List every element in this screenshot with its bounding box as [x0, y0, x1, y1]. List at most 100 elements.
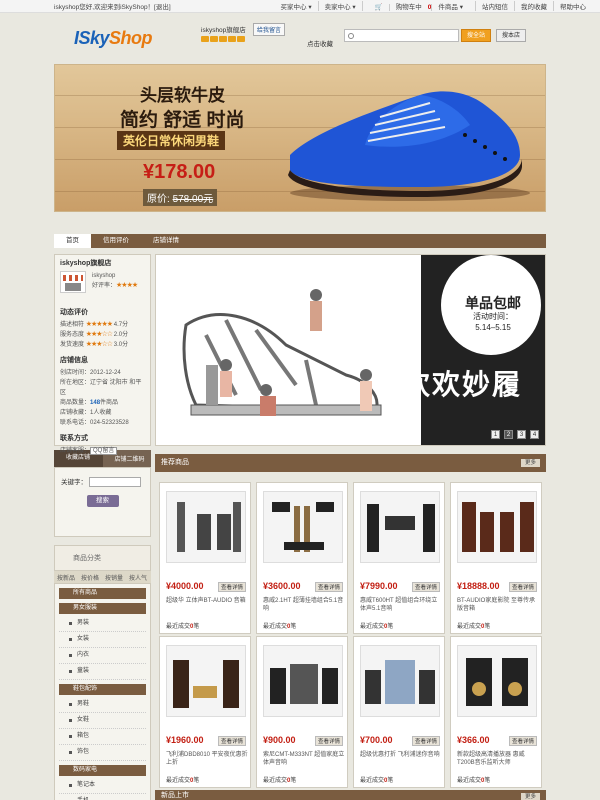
- product-image[interactable]: [166, 491, 246, 563]
- slide-page-2[interactable]: 2: [504, 430, 513, 439]
- product-name[interactable]: 超级华 立体声BT-AUDIO 音箱: [166, 597, 248, 605]
- product-price: ¥3600.00: [263, 581, 301, 591]
- product-card[interactable]: ¥3600.00 查看详情 惠威2.1HT 超薄挂墙组合5.1音响 最近成交0笔: [256, 482, 348, 634]
- created-time: 创店时间：2012-12-24: [60, 370, 121, 376]
- sort-sales[interactable]: 按销量: [105, 573, 123, 582]
- category-item[interactable]: 饰包: [59, 745, 146, 761]
- messages-link[interactable]: 站内短信: [475, 1, 514, 11]
- sold-unit: 笔: [484, 778, 491, 784]
- store-name[interactable]: iskyshop旗舰店: [201, 24, 246, 34]
- shop-summary: iskyshop 好评率：★★★★: [92, 271, 145, 299]
- cart-link[interactable]: 🛒 购物车中 0 件商品 ▾: [361, 1, 475, 11]
- hero-banner[interactable]: 头层软牛皮 简约 舒适 时尚 英伦日常休闲男鞋 ¥178.00 原价: 578.…: [54, 64, 546, 212]
- view-details-button[interactable]: 查看详情: [508, 736, 537, 746]
- category-group[interactable]: 数码家电: [59, 765, 146, 776]
- shop-name[interactable]: iskyshop: [92, 271, 145, 281]
- product-card[interactable]: ¥366.00 查看详情 新款超级高清播放器 惠威T200B音乐监听大师 最近成…: [450, 636, 542, 788]
- product-name[interactable]: 飞利浦DBD8010 平安夜优惠折上折: [166, 751, 248, 767]
- view-details-button[interactable]: 查看详情: [314, 736, 343, 746]
- favorites-link[interactable]: 我的收藏: [514, 1, 553, 11]
- product-name[interactable]: 索尼CMT-M333NT 超值家庭立体声音响: [263, 751, 345, 767]
- slide-page-1[interactable]: 1: [491, 430, 500, 439]
- view-details-button[interactable]: 查看详情: [314, 582, 343, 592]
- product-name[interactable]: 超级优惠打折 飞利浦迷你音响: [360, 751, 442, 759]
- cart-icon: 🛒: [374, 4, 383, 11]
- recommend-more-button[interactable]: 更多: [520, 459, 540, 467]
- product-card[interactable]: ¥4000.00 查看详情 超级华 立体声BT-AUDIO 音箱 最近成交0笔: [159, 482, 251, 634]
- search-shop-button[interactable]: 搜本店: [496, 29, 526, 42]
- new-products-more-button[interactable]: 更多: [520, 793, 540, 800]
- favorite-store-link[interactable]: 点击收藏: [307, 38, 333, 48]
- product-name[interactable]: BT-AUDIO家庭影院 至尊传承版音箱: [457, 597, 539, 613]
- product-image[interactable]: [457, 645, 537, 717]
- message-button[interactable]: 给我留言: [253, 23, 286, 36]
- category-group[interactable]: 鞋包配饰: [59, 684, 146, 695]
- product-sold: 最近成交0笔: [166, 621, 199, 630]
- search-site-button[interactable]: 搜全站: [461, 29, 491, 42]
- sold-label: 最近成交: [360, 778, 385, 784]
- tab-credit[interactable]: 信用评价: [91, 234, 141, 248]
- category-item[interactable]: 笔记本: [59, 778, 146, 794]
- keyword-input[interactable]: [88, 477, 141, 488]
- crown-icon: [228, 36, 236, 42]
- product-image[interactable]: [360, 645, 440, 717]
- store-crowns: [201, 36, 245, 42]
- category-header: 商品分类: [54, 545, 151, 571]
- category-item[interactable]: 手机: [59, 794, 146, 800]
- sort-popularity[interactable]: 按人气: [129, 573, 147, 582]
- shop-rate: 好评率：★★★★: [92, 281, 145, 291]
- view-details-button[interactable]: 查看详情: [411, 582, 440, 592]
- search-input[interactable]: [344, 29, 459, 42]
- product-image[interactable]: [166, 645, 246, 717]
- slide-page-3[interactable]: 3: [517, 430, 526, 439]
- help-link[interactable]: 帮助中心: [553, 1, 592, 11]
- goods-count-value[interactable]: 148: [90, 400, 100, 406]
- seller-center-link[interactable]: 卖家中心 ▾: [317, 1, 362, 11]
- view-details-button[interactable]: 查看详情: [217, 736, 246, 746]
- site-logo[interactable]: ISkyShop: [74, 28, 153, 49]
- category-item[interactable]: 内衣: [59, 648, 146, 664]
- product-card[interactable]: ¥700.00 查看详情 超级优惠打折 飞利浦迷你音响 最近成交0笔: [353, 636, 445, 788]
- product-name[interactable]: 惠威2.1HT 超薄挂墙组合5.1音响: [263, 597, 345, 613]
- view-details-button[interactable]: 查看详情: [508, 582, 537, 592]
- rate-stars-icon: ★★★★: [116, 282, 138, 289]
- shop-search-button[interactable]: 搜索: [86, 495, 119, 508]
- tab-shop-details[interactable]: 店铺详情: [141, 234, 191, 248]
- product-card[interactable]: ¥7990.00 查看详情 惠威T600HT 超值组合环绕立体声5.1音响 最近…: [353, 482, 445, 634]
- shop-info-panel: iskyshop旗舰店 iskyshop 好评率：★★★★ 动态评价 描述相符 …: [54, 254, 151, 455]
- product-image[interactable]: [457, 491, 537, 563]
- category-item[interactable]: 箱包: [59, 729, 146, 745]
- tab-home[interactable]: 首页: [54, 234, 91, 248]
- category-item[interactable]: 男鞋: [59, 697, 146, 713]
- orig-label: 原价:: [147, 194, 170, 205]
- sort-price[interactable]: 按价格: [81, 573, 99, 582]
- product-card[interactable]: ¥900.00 查看详情 索尼CMT-M333NT 超值家庭立体声音响 最近成交…: [256, 636, 348, 788]
- product-image[interactable]: [360, 491, 440, 563]
- product-name[interactable]: 惠威T600HT 超值组合环绕立体声5.1音响: [360, 597, 442, 613]
- shop-info-title: iskyshop旗舰店: [60, 260, 112, 267]
- view-details-button[interactable]: 查看详情: [411, 736, 440, 746]
- view-details-button[interactable]: 查看详情: [217, 582, 246, 592]
- buyer-center-link[interactable]: 买家中心 ▾: [275, 1, 318, 11]
- contact-row: 店铺客服： QQ留言: [60, 446, 145, 456]
- goods-count: 商品数量：148件商品: [60, 398, 145, 408]
- category-item[interactable]: 童装: [59, 664, 146, 680]
- category-item[interactable]: 女装: [59, 632, 146, 648]
- category-group[interactable]: 所有商品: [59, 588, 146, 599]
- product-price: ¥900.00: [263, 735, 296, 745]
- category-item[interactable]: 男装: [59, 616, 146, 632]
- product-image[interactable]: [263, 491, 343, 563]
- product-name[interactable]: 新款超级高清播放器 惠威T200B音乐监听大师: [457, 751, 539, 767]
- sort-new[interactable]: 按新品: [57, 573, 75, 582]
- product-card[interactable]: ¥18888.00 查看详情 BT-AUDIO家庭影院 至尊传承版音箱 最近成交…: [450, 482, 542, 634]
- product-card[interactable]: ¥1960.00 查看详情 飞利浦DBD8010 平安夜优惠折上折 最近成交0笔: [159, 636, 251, 788]
- product-image[interactable]: [263, 645, 343, 717]
- category-group[interactable]: 男女服装: [59, 603, 146, 614]
- qq-button[interactable]: QQ留言: [90, 447, 118, 455]
- promo-slideshow[interactable]: 单品包邮 活动时间： 5.14–5.15 欢欢妙履 1 2 3 4: [155, 254, 546, 446]
- sold-unit: 笔: [387, 778, 394, 784]
- crown-icon: [219, 36, 227, 42]
- slide-page-4[interactable]: 4: [530, 430, 539, 439]
- category-list: 所有商品 男女服装 男装 女装 内衣 童装 鞋包配饰 男鞋 女鞋 箱包 饰包 数…: [54, 583, 151, 800]
- category-item[interactable]: 女鞋: [59, 713, 146, 729]
